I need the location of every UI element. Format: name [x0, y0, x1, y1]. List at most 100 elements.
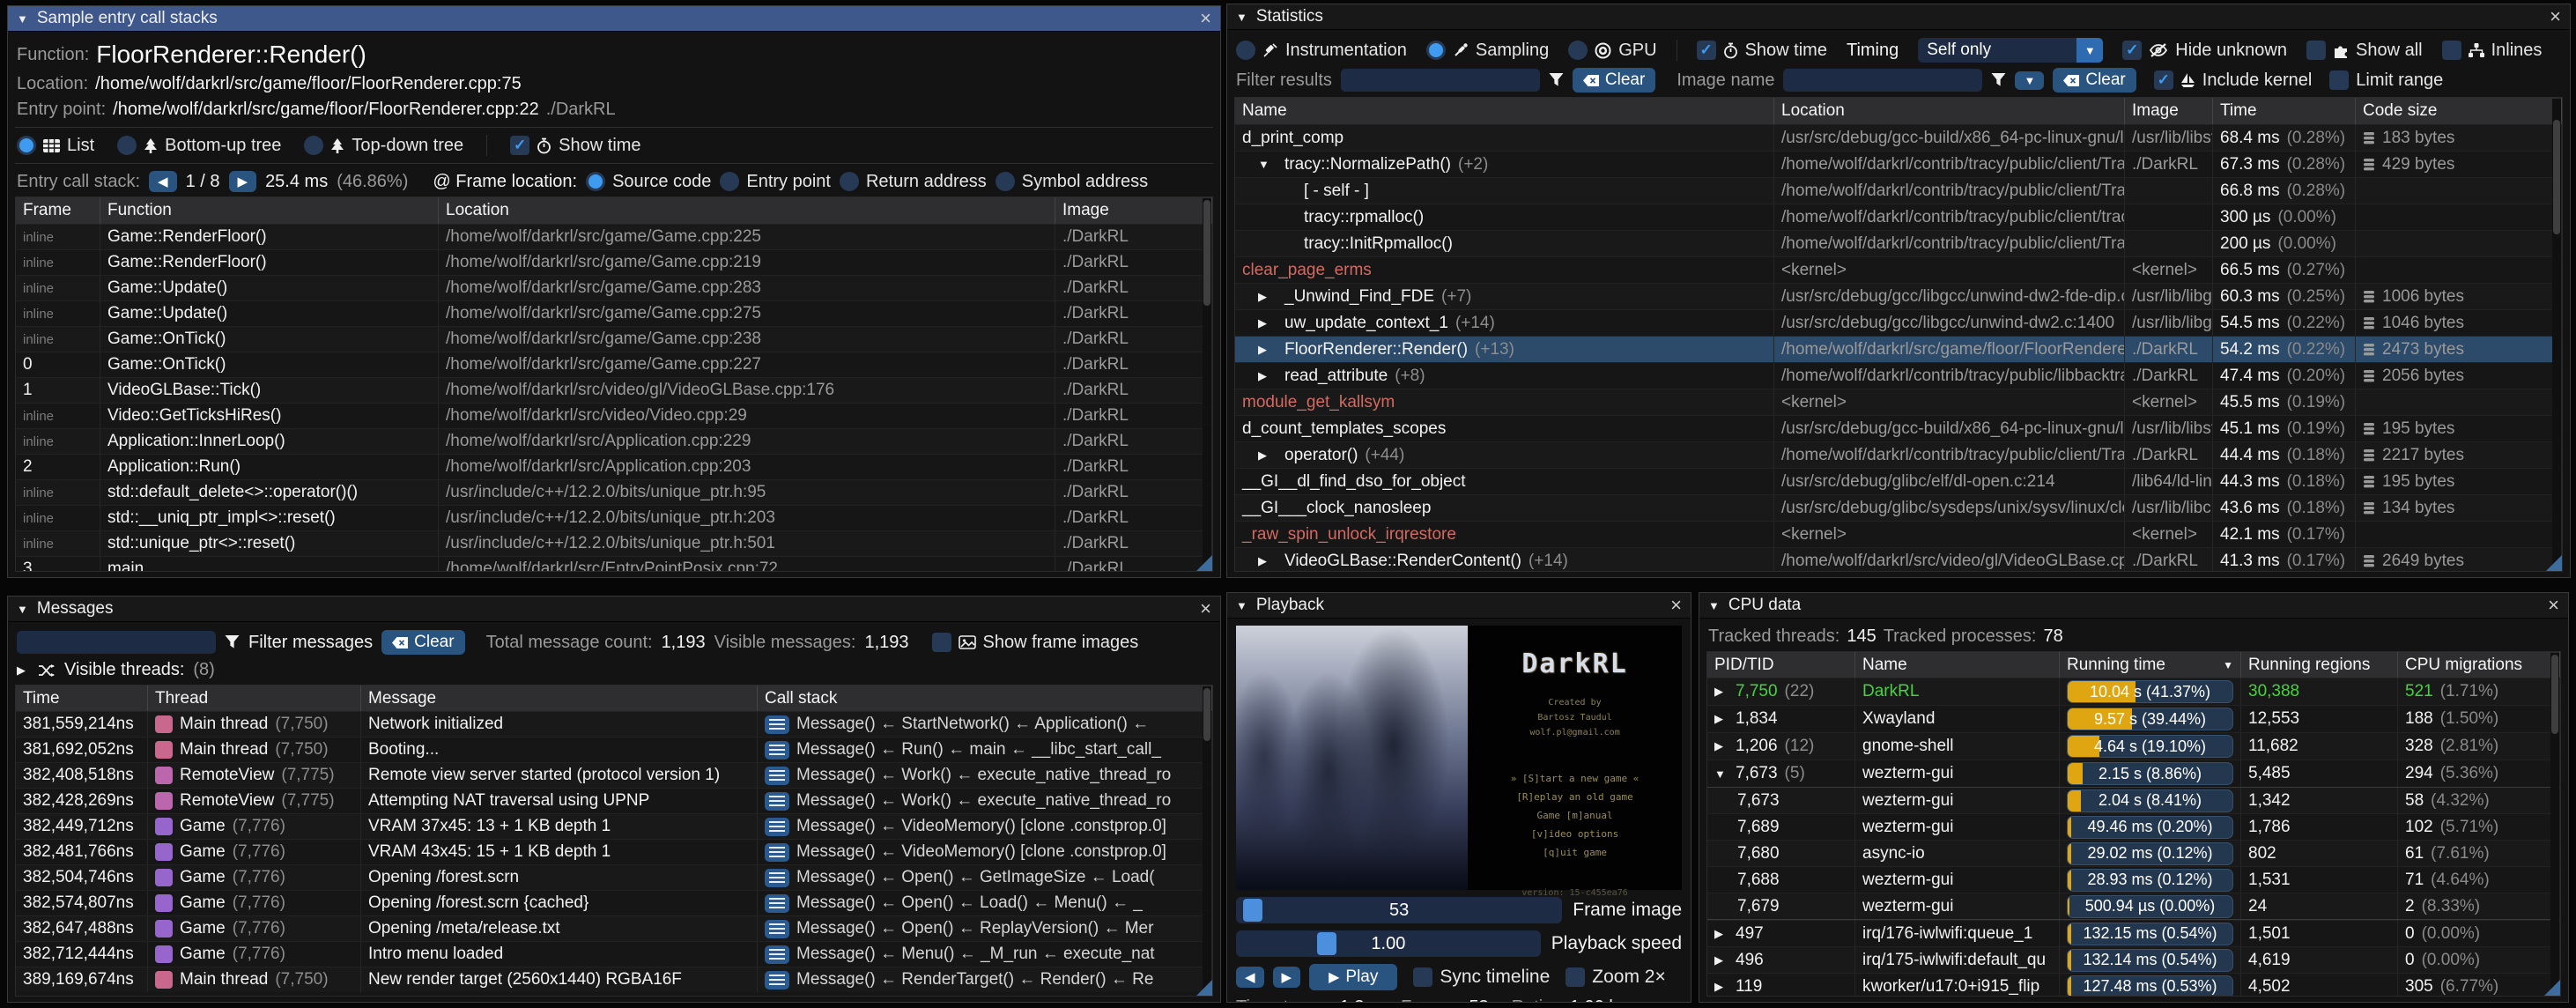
- call-stack-icon[interactable]: [765, 792, 789, 811]
- vertical-scrollbar[interactable]: [2552, 99, 2561, 570]
- process-row[interactable]: ▶7,750(22)DarkRL10.04 s (41.37%)30,38852…: [1707, 678, 2560, 705]
- table-row[interactable]: tracy::InitRpmalloc()/home/wolf/darkrl/c…: [1235, 230, 2562, 256]
- sync-timeline-checkbox[interactable]: Sync timeline: [1413, 967, 1550, 988]
- table-row[interactable]: __GI___clock_nanosleep/usr/src/debug/gli…: [1235, 494, 2562, 521]
- table-row[interactable]: inlinestd::__uniq_ptr_impl<>::reset()/us…: [16, 505, 1212, 530]
- resize-grip[interactable]: [2544, 980, 2560, 996]
- panel-titlebar[interactable]: ▼ Messages ×: [8, 597, 1220, 622]
- process-row[interactable]: ▶119kworker/u17:0+i915_flip127.48 ms (0.…: [1707, 973, 2560, 997]
- thread-row[interactable]: 7,689wezterm-gui49.46 ms (0.20%)1,786102…: [1707, 813, 2560, 840]
- table-row[interactable]: inlineGame::Update()/home/wolf/darkrl/sr…: [16, 300, 1212, 326]
- show-time-checkbox[interactable]: ✓Show time: [510, 136, 640, 156]
- call-stack-icon[interactable]: [765, 869, 789, 887]
- message-row[interactable]: 381,559,214nsMain thread(7,750)Network i…: [16, 711, 1212, 737]
- table-row[interactable]: 3main/home/wolf/darkrl/src/EntryPointPos…: [16, 556, 1212, 572]
- image-filter-dropdown-button[interactable]: ▼: [2015, 71, 2044, 90]
- table-row[interactable]: inlinestd::unique_ptr<>::reset()/usr/inc…: [16, 530, 1212, 556]
- table-row[interactable]: module_get_kallsym<kernel><kernel>45.5 m…: [1235, 389, 2562, 415]
- table-row[interactable]: inlineVideo::GetTicksHiRes()/home/wolf/d…: [16, 403, 1212, 428]
- process-row[interactable]: ▶1,206(12)gnome-shell4.64 s (19.10%)11,6…: [1707, 732, 2560, 760]
- frame-loc-entry-radio[interactable]: Entry point: [720, 172, 831, 192]
- panel-titlebar[interactable]: ▼ Statistics ×: [1227, 4, 2570, 30]
- table-row[interactable]: clear_page_erms<kernel><kernel>66.5 ms(0…: [1235, 256, 2562, 283]
- close-icon[interactable]: ×: [1200, 599, 1211, 619]
- show-frame-images-checkbox[interactable]: Show frame images: [932, 633, 1139, 653]
- message-row[interactable]: 382,408,518nsRemoteView(7,775)Remote vie…: [16, 762, 1212, 788]
- message-row[interactable]: 389,169,674nsMain thread(7,750)New rende…: [16, 967, 1212, 992]
- table-row[interactable]: _raw_spin_unlock_irqrestore<kernel><kern…: [1235, 521, 2562, 547]
- visible-threads-label[interactable]: Visible threads:: [64, 660, 184, 680]
- collapse-icon[interactable]: ▼: [1236, 11, 1247, 24]
- mode-gpu-radio[interactable]: GPU: [1568, 41, 1656, 61]
- panel-titlebar[interactable]: ▼ CPU data ×: [1699, 593, 2568, 619]
- close-icon[interactable]: ×: [2550, 7, 2561, 26]
- prev-call-stack-button[interactable]: ◀: [149, 171, 177, 192]
- table-row[interactable]: inlineGame::OnTick()/home/wolf/darkrl/sr…: [16, 326, 1212, 352]
- table-row-selected[interactable]: ▶FloorRenderer::Render()(+13)/home/wolf/…: [1235, 336, 2562, 362]
- process-row[interactable]: ▶496irq/175-iwlwifi:default_qu132.14 ms …: [1707, 946, 2560, 973]
- hide-unknown-checkbox[interactable]: ✓Hide unknown: [2122, 41, 2287, 61]
- col-running-time-sort[interactable]: Running time▼: [2060, 652, 2241, 678]
- thread-row[interactable]: 7,688wezterm-gui28.93 ms (0.12%)1,53171(…: [1707, 866, 2560, 893]
- table-row[interactable]: inlineApplication::InnerLoop()/home/wolf…: [16, 428, 1212, 454]
- call-stack-icon[interactable]: [765, 971, 789, 989]
- clear-filter-button[interactable]: Clear: [1573, 68, 1655, 93]
- view-bottom-up-radio[interactable]: Bottom-up tree: [117, 136, 281, 156]
- call-stack-icon[interactable]: [765, 945, 789, 964]
- frame-slider[interactable]: 53: [1236, 897, 1562, 923]
- inlines-checkbox[interactable]: Inlines: [2442, 41, 2543, 61]
- call-stack-icon[interactable]: [765, 843, 789, 862]
- mode-sampling-radio[interactable]: Sampling: [1426, 41, 1549, 61]
- call-stack-icon[interactable]: [765, 767, 789, 785]
- table-row[interactable]: 1VideoGLBase::Tick()/home/wolf/darkrl/sr…: [16, 377, 1212, 403]
- close-icon[interactable]: ×: [1200, 9, 1211, 28]
- call-stack-icon[interactable]: [765, 894, 789, 913]
- message-row[interactable]: 382,712,444nsGame(7,776)Intro menu loade…: [16, 941, 1212, 967]
- zoom-2x-checkbox[interactable]: Zoom 2×: [1566, 967, 1665, 988]
- call-stack-icon[interactable]: [765, 920, 789, 938]
- timing-combo[interactable]: Self only▼: [1918, 38, 2103, 63]
- funnel-icon[interactable]: [1991, 73, 2006, 87]
- call-stack-icon[interactable]: [765, 818, 789, 836]
- vertical-scrollbar[interactable]: [1203, 686, 1211, 995]
- collapse-icon[interactable]: ▼: [17, 603, 28, 616]
- collapse-icon[interactable]: ▼: [1708, 599, 1720, 612]
- table-row[interactable]: inlineGame::Update()/home/wolf/darkrl/sr…: [16, 275, 1212, 300]
- table-row[interactable]: inlinestd::default_delete<>::operator()(…: [16, 479, 1212, 505]
- limit-range-checkbox[interactable]: Limit range: [2329, 70, 2443, 91]
- message-row[interactable]: 382,504,746nsGame(7,776)Opening /forest.…: [16, 864, 1212, 890]
- thread-row[interactable]: 7,673wezterm-gui2.04 s (8.41%)1,34258(4.…: [1707, 787, 2560, 813]
- prev-frame-button[interactable]: ◀: [1236, 967, 1264, 988]
- thread-row[interactable]: 7,679wezterm-gui500.94 µs (0.00%)242(8.3…: [1707, 893, 2560, 920]
- resize-grip[interactable]: [1196, 555, 1212, 571]
- table-row[interactable]: tracy::rpmalloc()/home/wolf/darkrl/contr…: [1235, 204, 2562, 230]
- thread-row[interactable]: 7,680async-io29.02 ms (0.12%)80261(7.61%…: [1707, 840, 2560, 866]
- resize-grip[interactable]: [2546, 555, 2562, 571]
- view-top-down-radio[interactable]: Top-down tree: [304, 136, 463, 156]
- message-row[interactable]: 381,692,052nsMain thread(7,750)Booting..…: [16, 737, 1212, 762]
- table-row[interactable]: d_print_comp/usr/src/debug/gcc-build/x86…: [1235, 124, 2562, 151]
- table-row[interactable]: ▼tracy::NormalizePath()(+2)/home/wolf/da…: [1235, 151, 2562, 177]
- table-row[interactable]: __GI__dl_find_dso_for_object/usr/src/deb…: [1235, 468, 2562, 494]
- call-stack-icon[interactable]: [765, 715, 789, 734]
- next-call-stack-button[interactable]: ▶: [229, 171, 257, 192]
- table-row[interactable]: ▶VideoGLBase::RenderContent()(+14)/home/…: [1235, 547, 2562, 572]
- panel-titlebar[interactable]: ▼ Sample entry call stacks ×: [8, 6, 1220, 32]
- include-kernel-checkbox[interactable]: ✓Include kernel: [2154, 70, 2313, 91]
- mode-instrumentation-radio[interactable]: Instrumentation: [1236, 41, 1407, 61]
- expand-threads-icon[interactable]: ▶: [17, 663, 29, 678]
- message-row[interactable]: 382,481,766nsGame(7,776)VRAM 43x45: 15 +…: [16, 839, 1212, 864]
- close-icon[interactable]: ×: [1670, 596, 1682, 615]
- process-row-expanded[interactable]: ▼7,673(5)wezterm-gui2.15 s (8.86%)5,4852…: [1707, 760, 2560, 787]
- resize-grip[interactable]: [1196, 980, 1212, 996]
- vertical-scrollbar[interactable]: [1203, 198, 1211, 570]
- filter-results-input[interactable]: [1341, 69, 1540, 92]
- table-row[interactable]: 2Application::Run()/home/wolf/darkrl/src…: [16, 454, 1212, 479]
- message-row[interactable]: 382,574,807nsGame(7,776)Opening /forest.…: [16, 890, 1212, 915]
- table-row[interactable]: ▶uw_update_context_1(+14)/usr/src/debug/…: [1235, 309, 2562, 336]
- message-filter-input[interactable]: [17, 631, 216, 654]
- table-row[interactable]: inlineGame::RenderFloor()/home/wolf/dark…: [16, 249, 1212, 275]
- process-row[interactable]: ▶497irq/176-iwlwifi:queue_1132.15 ms (0.…: [1707, 920, 2560, 946]
- table-row[interactable]: inlineGame::RenderFloor()/home/wolf/dark…: [16, 224, 1212, 249]
- table-row[interactable]: ▶_Unwind_Find_FDE(+7)/usr/src/debug/gcc/…: [1235, 283, 2562, 309]
